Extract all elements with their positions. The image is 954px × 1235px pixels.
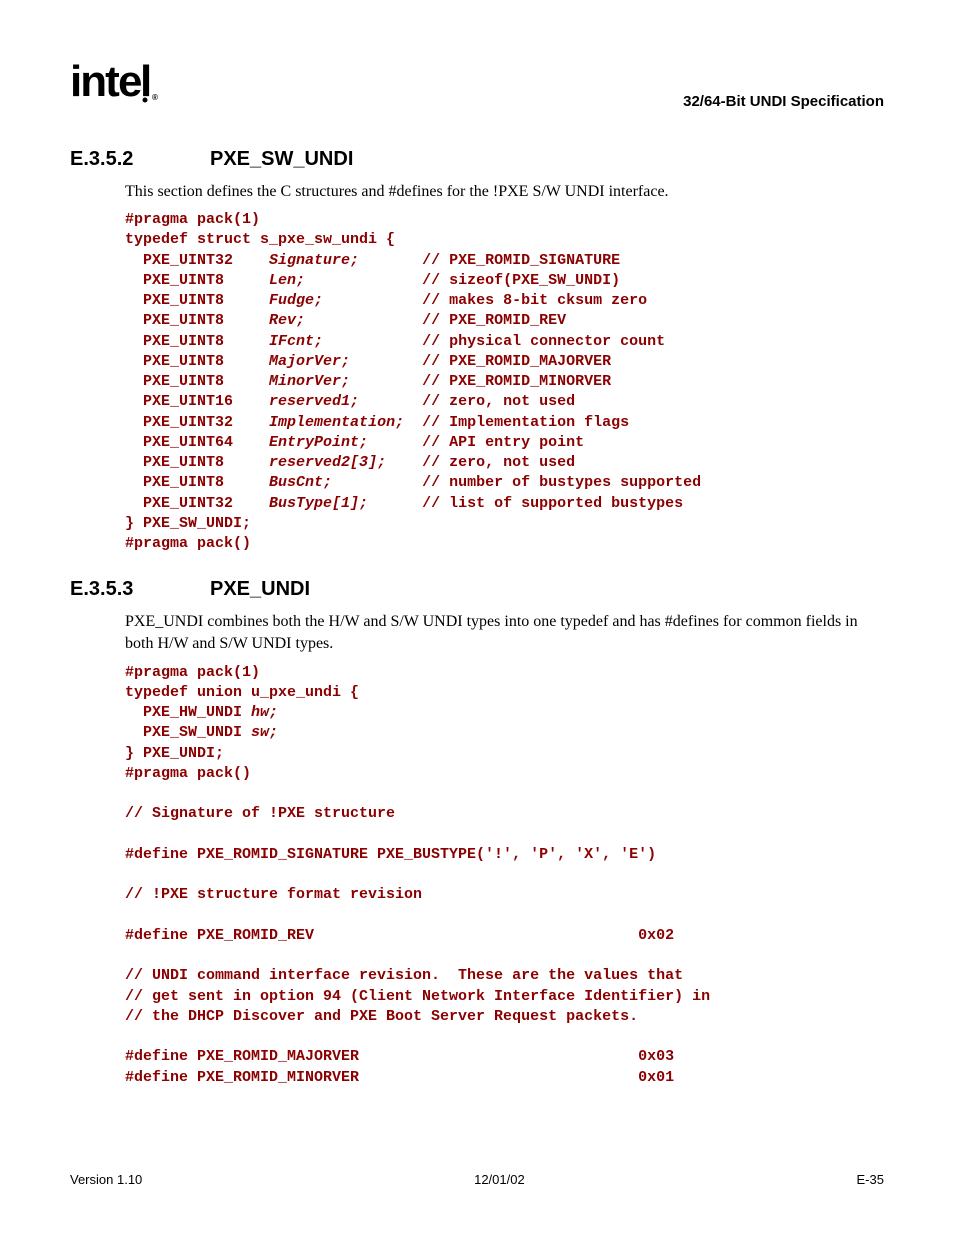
footer-date: 12/01/02 [474,1172,525,1187]
page-footer: Version 1.10 12/01/02 E-35 [70,1172,884,1187]
code-block-sw-undi: #pragma pack(1) typedef struct s_pxe_sw_… [125,210,884,554]
section-heading-e353: E.3.5.3 PXE_UNDI [70,578,884,601]
section-heading-e352: E.3.5.2 PXE_SW_UNDI [70,148,884,171]
footer-page: E-35 [857,1172,884,1187]
intel-logo: int e l ® [70,60,160,110]
page-header: int e l ® 32/64-Bit UNDI Specification [70,60,884,110]
code-block-undi: #pragma pack(1) typedef union u_pxe_undi… [125,663,884,1088]
svg-text:e: e [118,60,141,104]
section-title: PXE_SW_UNDI [210,148,353,171]
page: int e l ® 32/64-Bit UNDI Specification E… [0,0,954,1088]
section-number: E.3.5.3 [70,578,210,601]
section-intro: This section defines the C structures an… [125,181,884,203]
section-title: PXE_UNDI [210,578,310,601]
section-number: E.3.5.2 [70,148,210,171]
section-intro: PXE_UNDI combines both the H/W and S/W U… [125,611,884,654]
svg-text:l: l [140,60,150,104]
svg-text:int: int [70,60,120,104]
spec-title: 32/64-Bit UNDI Specification [683,93,884,110]
footer-version: Version 1.10 [70,1172,142,1187]
svg-text:®: ® [152,93,158,102]
